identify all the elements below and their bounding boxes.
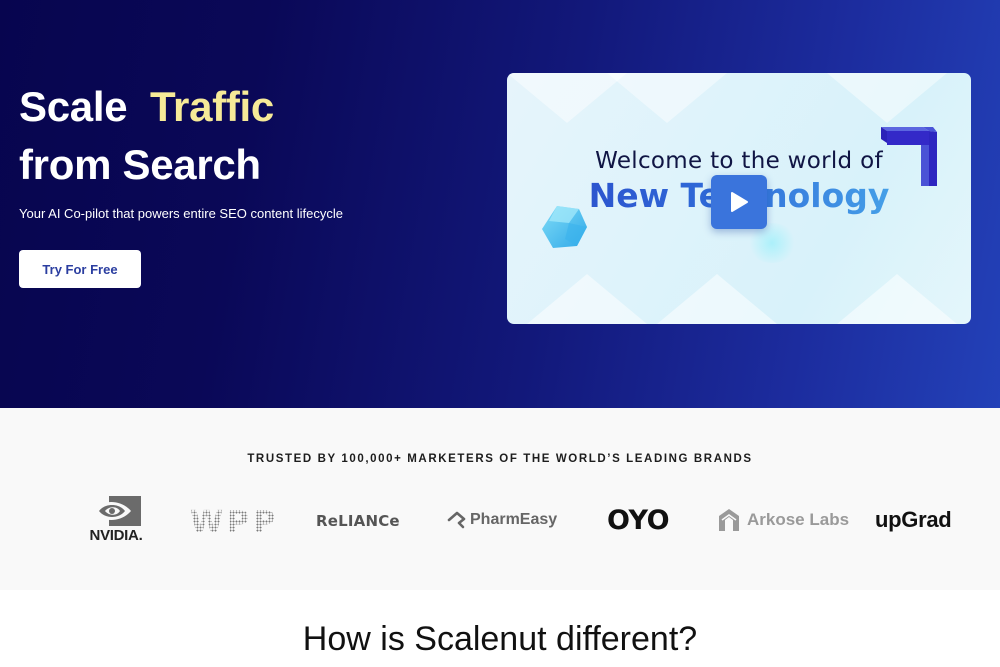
hero-title-line2: from Search bbox=[19, 141, 261, 188]
heading-highlight: different bbox=[556, 620, 679, 658]
hero-title-word: Scale bbox=[19, 83, 128, 130]
pharmeasy-icon bbox=[447, 511, 466, 529]
logo-wpp: WPP bbox=[190, 505, 279, 540]
logo-pharmeasy: PharmEasy bbox=[447, 510, 557, 530]
try-for-free-button[interactable]: Try For Free bbox=[19, 250, 141, 288]
video-headline: Welcome to the world of bbox=[595, 148, 883, 174]
glow-decoration bbox=[747, 223, 797, 263]
trusted-heading: TRUSTED BY 100,000+ MARKETERS OF THE WOR… bbox=[247, 453, 753, 465]
hero-section: Scale Traffic from Search Your AI Co-pil… bbox=[0, 0, 1000, 408]
video-player[interactable]: Welcome to the world of New Technology bbox=[507, 73, 971, 324]
logo-text: upGrad bbox=[875, 507, 952, 532]
logo-text: Arkose Labs bbox=[747, 510, 850, 529]
hero-title: Scale Traffic from Search bbox=[19, 78, 274, 194]
logo-arkose: Arkose Labs bbox=[717, 508, 849, 532]
logo-text: PharmEasy bbox=[470, 511, 558, 528]
arkose-icon bbox=[719, 509, 739, 531]
trusted-brands-section: TRUSTED BY 100,000+ MARKETERS OF THE WOR… bbox=[0, 408, 1000, 590]
heading-prefix: How is Scalenut bbox=[302, 620, 557, 658]
logo-text: NVIDIA. bbox=[89, 527, 143, 544]
heading-suffix: ? bbox=[678, 620, 698, 658]
play-icon bbox=[731, 192, 748, 212]
logo-upgrad: upGrad bbox=[875, 507, 952, 533]
play-button[interactable] bbox=[711, 175, 767, 229]
bg-triangle bbox=[827, 73, 947, 123]
bg-triangle bbox=[837, 274, 957, 324]
hero-title-accent: Traffic bbox=[150, 83, 274, 130]
bg-triangle bbox=[527, 274, 647, 324]
section-heading: How is Scalenut different? bbox=[0, 620, 1000, 659]
nvidia-eye-icon bbox=[93, 496, 141, 526]
bg-triangle bbox=[607, 73, 727, 123]
logo-oyo: OYO bbox=[607, 505, 670, 536]
bg-triangle bbox=[657, 274, 777, 324]
logo-text: OYO bbox=[607, 505, 670, 536]
hero-subtitle: Your AI Co-pilot that powers entire SEO … bbox=[19, 206, 343, 221]
logo-text: ReLIANCe bbox=[316, 512, 400, 530]
logo-nvidia: NVIDIA. bbox=[80, 496, 152, 548]
logo-reliance: ReLIANCe bbox=[316, 512, 400, 530]
logo-text: WPP bbox=[190, 505, 280, 540]
